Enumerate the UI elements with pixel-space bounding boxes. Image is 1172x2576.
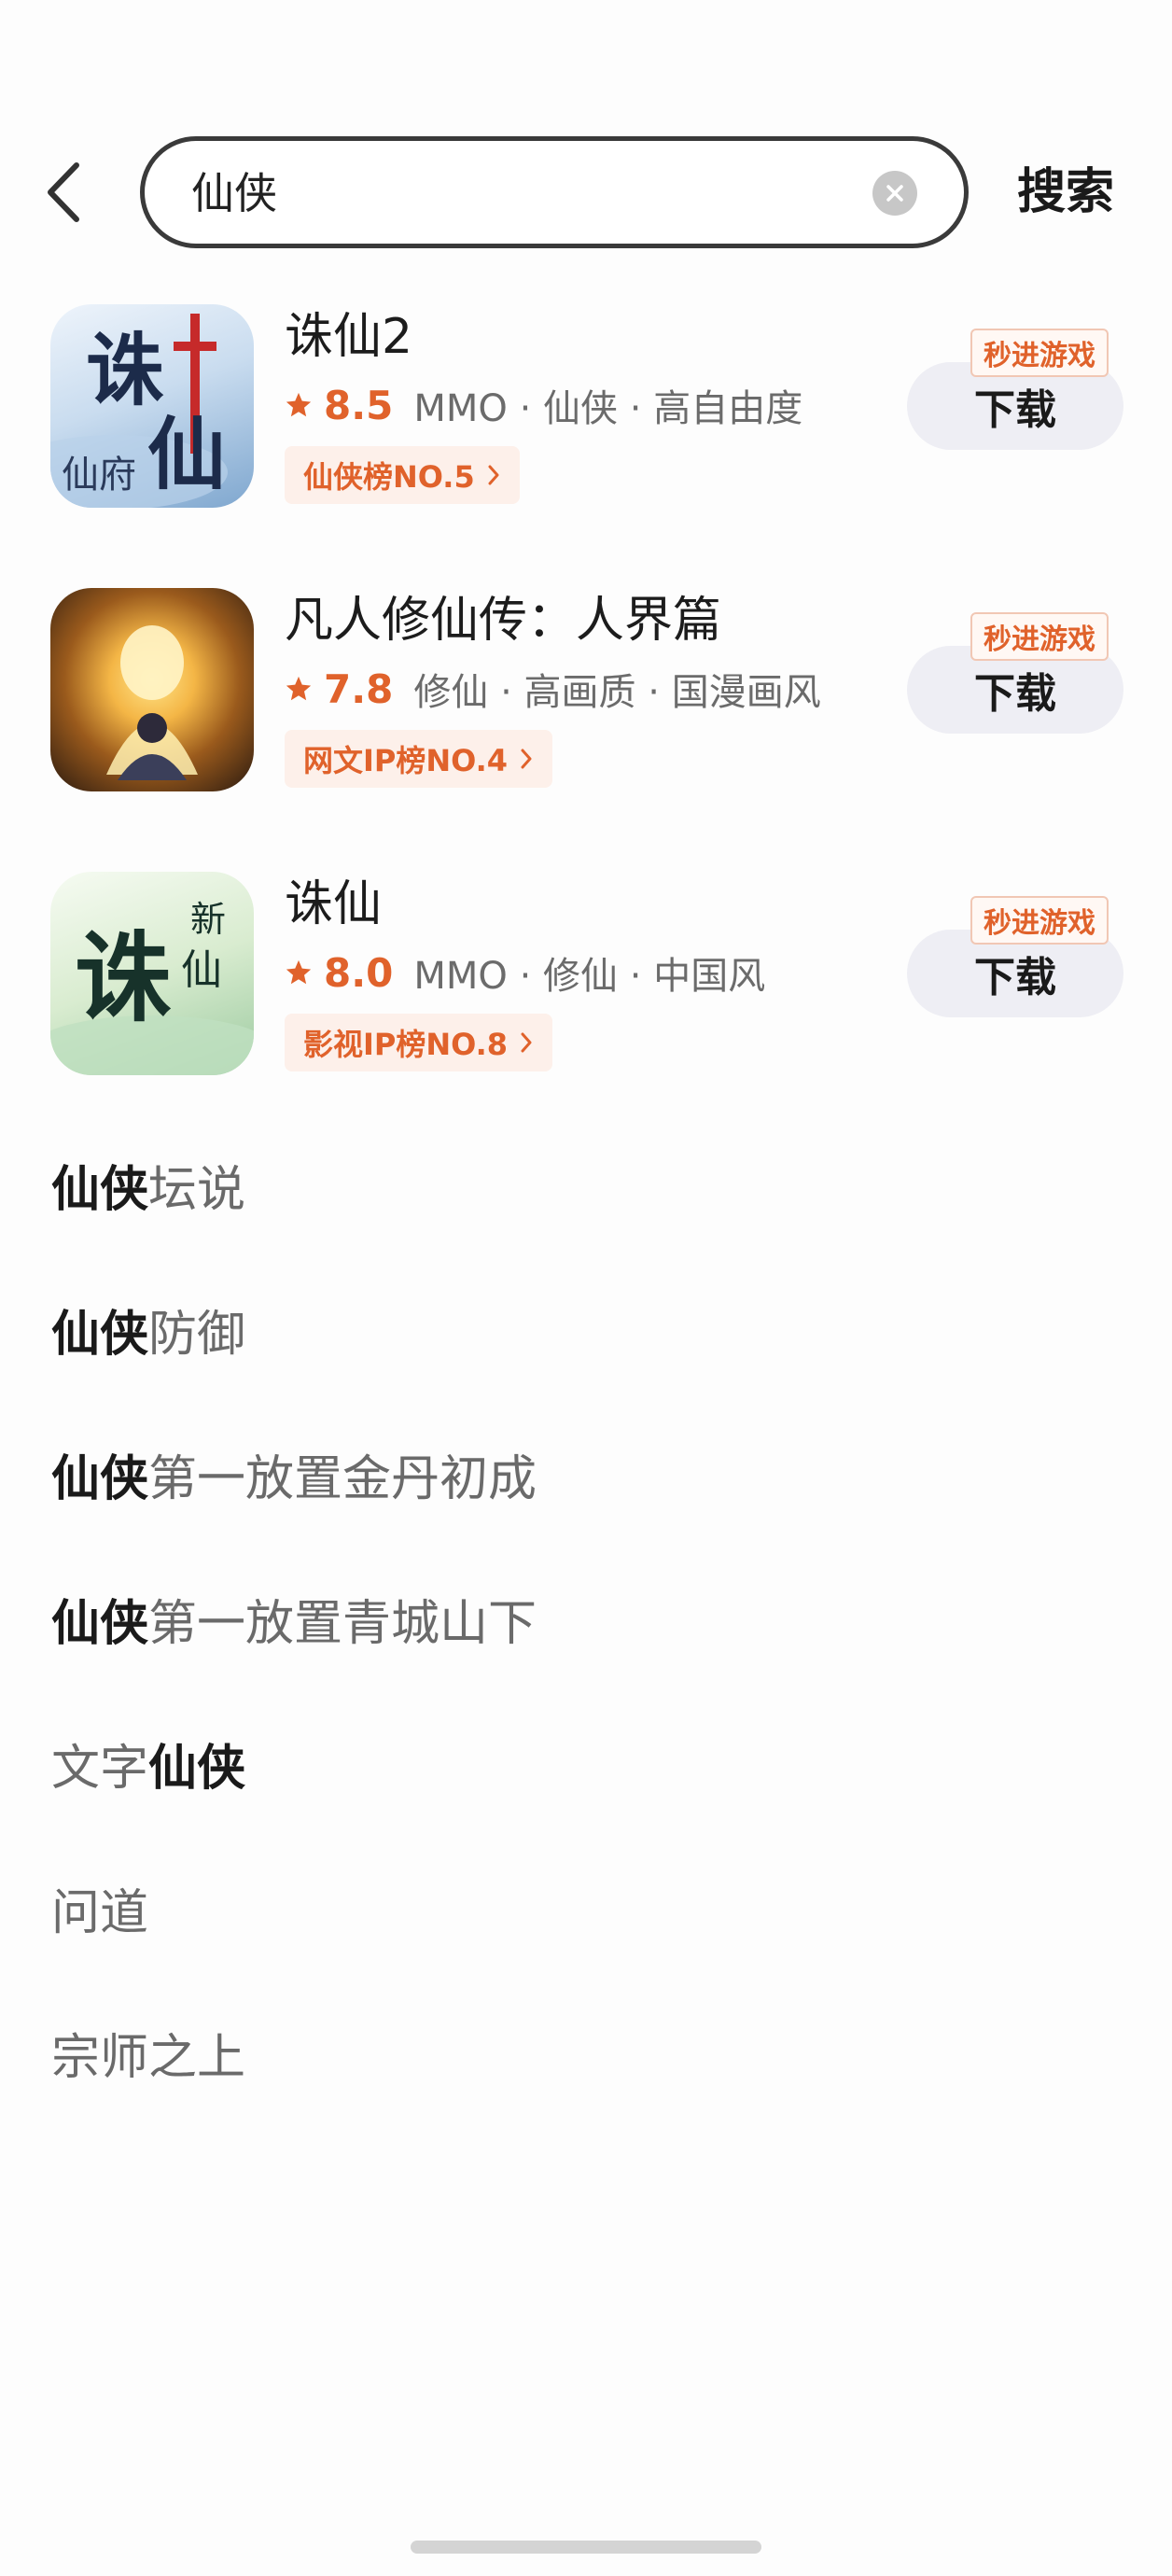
chevron-right-icon (488, 465, 499, 485)
suggestion-suffix: 防御 (148, 1307, 246, 1363)
rank-label: 仙侠榜NO.5 (303, 459, 475, 495)
star-icon (286, 676, 312, 701)
icon-logo-text: 诛 (75, 920, 172, 1035)
clear-icon (886, 185, 903, 202)
icon-logo-text: 诛 (86, 324, 164, 416)
rank-label: 网文IP榜NO.4 (303, 743, 509, 778)
rating-value: 7.8 (324, 665, 394, 712)
rating-value: 8.5 (324, 382, 394, 428)
suggestion-suffix: 第一放置青城山下 (148, 1596, 537, 1652)
back-arrow-icon (48, 162, 79, 222)
clear-button[interactable] (872, 171, 917, 216)
suggestion-item[interactable]: 宗师之上 (51, 2025, 245, 2091)
suggestion-item[interactable]: 仙侠第一放置青城山下 (51, 1591, 537, 1657)
search-query[interactable]: 仙侠 (191, 165, 277, 221)
game-title[interactable]: 诛仙2 (285, 304, 412, 370)
suggestion-suffix: 第一放置金丹初成 (148, 1451, 537, 1507)
star-icon (286, 959, 312, 985)
game-icon[interactable]: 诛 新 仙 (50, 872, 254, 1075)
suggestion-prefix: 问道 (51, 1885, 149, 1941)
search-button[interactable]: 搜索 (1017, 159, 1114, 226)
quick-play-tag: 秒进游戏 (970, 329, 1109, 377)
suggestion-item[interactable]: 问道 (51, 1881, 148, 1946)
quick-play-tag: 秒进游戏 (970, 612, 1109, 661)
rank-label: 影视IP榜NO.8 (303, 1027, 509, 1062)
chevron-right-icon (521, 749, 532, 769)
chevron-right-icon (521, 1032, 532, 1053)
icon-logo-text: 新 (190, 899, 226, 940)
suggestion-suffix: 坛说 (148, 1162, 246, 1218)
game-title[interactable]: 诛仙 (285, 872, 382, 937)
game-meta: 8.0 MMO · 修仙 · 中国风 (285, 946, 765, 999)
game-tags: 修仙 · 高画质 · 国漫画风 (413, 671, 821, 714)
suggestion-highlight: 仙侠 (51, 1451, 149, 1507)
suggestion-item[interactable]: 仙侠防御 (51, 1302, 245, 1367)
icon-logo-text: 仙 (147, 408, 226, 500)
quick-play-tag: 秒进游戏 (970, 896, 1109, 945)
suggestion-highlight: 仙侠 (51, 1307, 149, 1363)
game-icon[interactable] (50, 588, 254, 791)
game-result-item[interactable]: 诛 仙 仙府 诛仙2 8.5 MMO · 仙侠 · 高自由度 仙侠榜NO.5 下… (0, 304, 1172, 528)
suggestion-prefix: 宗师之上 (51, 2030, 246, 2086)
star-icon (286, 392, 312, 417)
suggestion-prefix: 文字 (51, 1741, 149, 1797)
game-title[interactable]: 凡人修仙传：人界篇 (285, 588, 721, 653)
suggestion-item[interactable]: 仙侠坛说 (51, 1157, 245, 1223)
suggestion-highlight: 仙侠 (51, 1596, 149, 1652)
suggestion-highlight: 仙侠 (51, 1162, 149, 1218)
game-tags: MMO · 仙侠 · 高自由度 (413, 387, 803, 430)
rank-badge[interactable]: 影视IP榜NO.8 (285, 1014, 553, 1071)
game-result-item[interactable]: 凡人修仙传：人界篇 7.8 修仙 · 高画质 · 国漫画风 网文IP榜NO.4 … (0, 588, 1172, 812)
search-input[interactable]: 仙侠 (140, 136, 969, 248)
game-icon[interactable]: 诛 仙 仙府 (50, 304, 254, 508)
game-result-item[interactable]: 诛 新 仙 诛仙 8.0 MMO · 修仙 · 中国风 影视IP榜NO.8 下载… (0, 872, 1172, 1096)
icon-logo-text: 仙 (181, 946, 222, 994)
rank-badge[interactable]: 网文IP榜NO.4 (285, 730, 553, 788)
suggestion-item[interactable]: 仙侠第一放置金丹初成 (51, 1447, 537, 1512)
icon-logo-text: 仙府 (62, 454, 136, 497)
rating-value: 8.0 (324, 949, 394, 996)
game-meta: 7.8 修仙 · 高画质 · 国漫画风 (285, 663, 821, 715)
rank-badge[interactable]: 仙侠榜NO.5 (285, 446, 520, 504)
back-button[interactable] (37, 159, 90, 226)
game-meta: 8.5 MMO · 仙侠 · 高自由度 (285, 379, 802, 431)
game-tags: MMO · 修仙 · 中国风 (413, 955, 766, 998)
suggestion-highlight: 仙侠 (148, 1741, 246, 1797)
suggestion-item[interactable]: 文字仙侠 (51, 1736, 245, 1801)
home-indicator[interactable] (411, 2541, 761, 2554)
